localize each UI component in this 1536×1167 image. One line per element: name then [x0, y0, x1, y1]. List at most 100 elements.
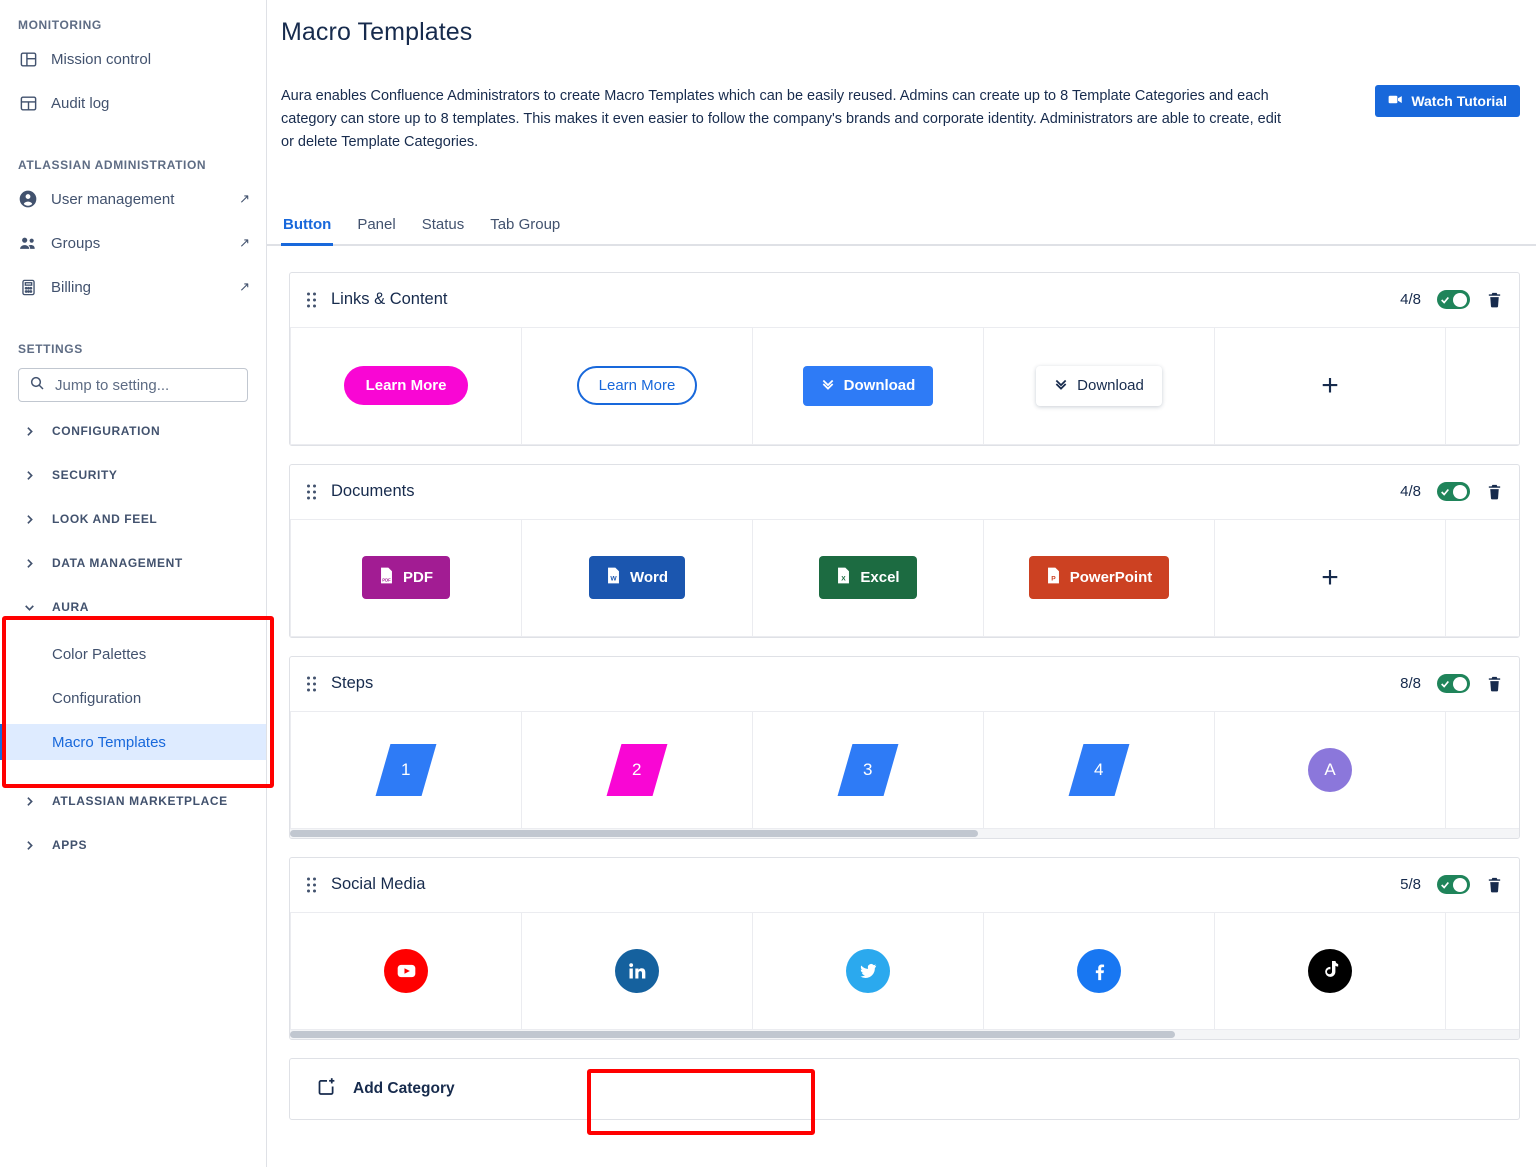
category-enabled-toggle[interactable] — [1437, 875, 1470, 895]
learn-more-outline-button[interactable]: Learn More — [576, 366, 698, 406]
category-enabled-toggle[interactable] — [1437, 290, 1470, 310]
template-cell-partial[interactable] — [1445, 710, 1519, 829]
search-box[interactable] — [18, 368, 248, 402]
watch-tutorial-button[interactable]: Watch Tutorial — [1375, 85, 1520, 117]
template-cell[interactable]: Download — [752, 326, 984, 445]
template-cell[interactable] — [983, 911, 1215, 1030]
tab-label: Status — [421, 215, 465, 233]
drag-handle-icon[interactable] — [306, 877, 317, 893]
download-white-button[interactable]: Download — [1036, 365, 1162, 406]
word-button[interactable]: W Word — [588, 556, 686, 600]
sidebar-item-label: Billing — [51, 278, 92, 296]
category-name: Social Media — [331, 875, 426, 894]
sidebar-item-color-palettes[interactable]: Color Palettes — [0, 636, 266, 672]
powerpoint-button[interactable]: P PowerPoint — [1028, 556, 1170, 600]
grid-icon — [18, 93, 38, 113]
tab-panel[interactable]: Panel — [355, 216, 397, 244]
chevron-right-icon — [18, 552, 40, 574]
tab-button[interactable]: Button — [281, 215, 334, 246]
pdf-button[interactable]: PDF PDF — [362, 556, 450, 600]
template-cell[interactable]: 3 — [752, 710, 984, 829]
learn-more-pill-button[interactable]: Learn More — [343, 366, 469, 406]
toggle-knob — [1453, 676, 1467, 691]
template-cell[interactable]: 1 — [290, 710, 522, 829]
category-enabled-toggle[interactable] — [1437, 482, 1470, 502]
template-cell[interactable]: Learn More — [290, 326, 522, 445]
excel-button[interactable]: X Excel — [819, 556, 917, 600]
sidebar-group-aura[interactable]: AURA — [0, 592, 266, 622]
sidebar-group-atlassian-marketplace[interactable]: ATLASSIAN MARKETPLACE — [0, 786, 266, 816]
sidebar-group-security[interactable]: SECURITY — [0, 460, 266, 490]
avatar-label: A — [1324, 759, 1336, 779]
horizontal-scrollbar[interactable] — [290, 828, 1519, 838]
add-template-cell[interactable]: + — [1214, 326, 1446, 445]
sidebar-item-user-management[interactable]: User management ↗ — [0, 184, 266, 214]
template-cell[interactable] — [1214, 911, 1446, 1030]
linkedin-icon[interactable] — [615, 948, 659, 993]
template-cell[interactable]: P PowerPoint — [983, 518, 1215, 637]
tab-tab-group[interactable]: Tab Group — [488, 216, 562, 244]
template-cell-empty — [1445, 326, 1519, 445]
twitter-icon[interactable] — [846, 948, 890, 993]
tab-status[interactable]: Status — [420, 216, 467, 244]
template-cell-partial[interactable] — [1445, 911, 1519, 1030]
template-cell[interactable]: Learn More — [521, 326, 753, 445]
sidebar-item-label: Macro Templates — [52, 733, 166, 751]
download-solid-button[interactable]: Download — [802, 365, 934, 406]
template-cell[interactable]: Download — [983, 326, 1215, 445]
template-cell[interactable] — [752, 911, 984, 1030]
sidebar-item-macro-templates[interactable]: Macro Templates — [0, 724, 266, 760]
category-card: Documents 4/8 PDF PDF W Word X Excel P P… — [289, 463, 1520, 638]
step-badge[interactable]: 4 — [1068, 743, 1130, 796]
sidebar-item-audit-log[interactable]: Audit log — [0, 88, 266, 118]
template-cell[interactable]: X Excel — [752, 518, 984, 637]
plus-icon: + — [1321, 560, 1339, 594]
template-cell[interactable]: 4 — [983, 710, 1215, 829]
sidebar-item-mission-control[interactable]: Mission control — [0, 44, 266, 74]
scrollbar-thumb[interactable] — [290, 1030, 1175, 1038]
sidebar-item-configuration[interactable]: Configuration — [0, 680, 266, 716]
sidebar-group-data-management[interactable]: DATA MANAGEMENT — [0, 548, 266, 578]
sidebar-item-groups[interactable]: Groups ↗ — [0, 228, 266, 258]
sidebar-item-billing[interactable]: Billing ↗ — [0, 272, 266, 302]
step-badge[interactable]: 3 — [837, 743, 899, 796]
delete-category-icon[interactable] — [1486, 483, 1503, 501]
delete-category-icon[interactable] — [1486, 876, 1503, 894]
drag-handle-icon[interactable] — [306, 292, 317, 308]
toggle-knob — [1453, 877, 1467, 892]
category-name: Links & Content — [331, 290, 448, 309]
template-cell[interactable]: W Word — [521, 518, 753, 637]
step-badge[interactable]: 2 — [606, 743, 668, 796]
facebook-icon[interactable] — [1077, 948, 1121, 993]
youtube-icon[interactable] — [384, 948, 428, 993]
sidebar-group-apps[interactable]: APPS — [0, 830, 266, 860]
page-description: Aura enables Confluence Administrators t… — [281, 88, 1282, 150]
avatar[interactable]: A — [1308, 747, 1352, 792]
sidebar-group-look-and-feel[interactable]: LOOK AND FEEL — [0, 504, 266, 534]
template-cell[interactable]: A — [1214, 710, 1446, 829]
double-chevron-down-icon — [1054, 377, 1068, 395]
drag-handle-icon[interactable] — [306, 676, 317, 692]
tiktok-icon[interactable] — [1308, 948, 1352, 993]
template-cell[interactable]: 2 — [521, 710, 753, 829]
delete-category-icon[interactable] — [1486, 675, 1503, 693]
scrollbar-thumb[interactable] — [290, 829, 979, 837]
sidebar-group-configuration[interactable]: CONFIGURATION — [0, 416, 266, 446]
search-input[interactable] — [55, 376, 237, 394]
dashboard-icon — [18, 49, 38, 69]
delete-category-icon[interactable] — [1486, 291, 1503, 309]
add-category-button[interactable]: Add Category — [289, 1057, 1520, 1120]
drag-handle-icon[interactable] — [306, 484, 317, 500]
template-cell[interactable]: PDF PDF — [290, 518, 522, 637]
template-cell[interactable] — [521, 911, 753, 1030]
step-badge[interactable]: 1 — [375, 743, 437, 796]
tab-label: Button — [283, 215, 332, 233]
tab-bar: Button Panel Status Tab Group — [267, 216, 1536, 246]
sidebar-group-label: CONFIGURATION — [52, 424, 161, 438]
template-cell[interactable] — [290, 911, 522, 1030]
add-template-cell[interactable]: + — [1214, 518, 1446, 637]
horizontal-scrollbar[interactable] — [290, 1029, 1519, 1039]
category-enabled-toggle[interactable] — [1437, 674, 1470, 694]
